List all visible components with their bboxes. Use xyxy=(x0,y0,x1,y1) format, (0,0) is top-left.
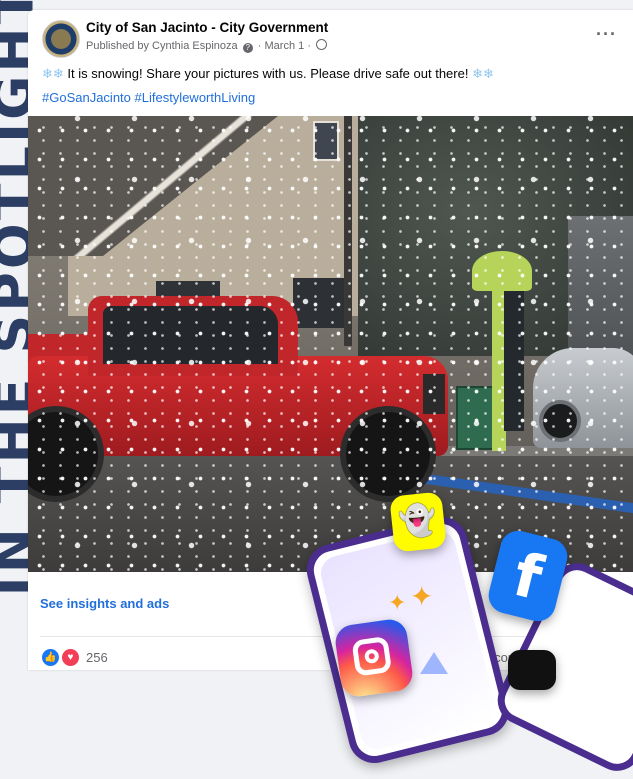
page-name[interactable]: City of San Jacinto - City Government xyxy=(86,20,328,35)
see-insights-link[interactable]: See insights and ads xyxy=(40,596,169,611)
more-options-button[interactable]: ··· xyxy=(596,24,617,45)
post-header: City of San Jacinto - City Government Pu… xyxy=(42,20,623,60)
snowflake-icon: ❄❄ xyxy=(472,66,494,81)
like-reaction-icon: 👍 xyxy=(42,649,59,666)
snowflake-icon: ❄❄ xyxy=(42,66,64,81)
globe-icon xyxy=(316,39,328,50)
post-message: ❄❄ It is snowing! Share your pictures wi… xyxy=(42,66,619,82)
post-meta: Published by Cynthia Espinoza ? · March … xyxy=(86,39,328,53)
post-message-text: It is snowing! Share your pictures with … xyxy=(67,66,469,81)
published-by: Published by Cynthia Espinoza xyxy=(86,40,238,52)
post-date[interactable]: March 1 xyxy=(265,40,305,52)
reactions-summary[interactable]: 👍 ♥ 256 xyxy=(42,648,108,667)
post-footer: See insights and ads Boost post 👍 ♥ 256 … xyxy=(28,572,633,670)
falling-snow xyxy=(28,116,633,572)
meta-separator-2: · xyxy=(307,40,311,52)
meta-separator: · xyxy=(257,40,262,52)
page-avatar[interactable] xyxy=(42,20,80,58)
reaction-count: 256 xyxy=(86,650,108,665)
love-reaction-icon: ♥ xyxy=(61,648,80,667)
help-icon[interactable]: ? xyxy=(242,43,253,53)
comments-count[interactable]: 43 comments xyxy=(476,650,554,665)
boost-post-button[interactable]: Boost post xyxy=(544,584,624,618)
facebook-post-card: City of San Jacinto - City Government Pu… xyxy=(28,10,633,670)
divider xyxy=(40,636,621,637)
post-hashtags[interactable]: #GoSanJacinto #LifestyleworthLiving xyxy=(42,90,255,105)
post-photo[interactable] xyxy=(28,116,633,572)
